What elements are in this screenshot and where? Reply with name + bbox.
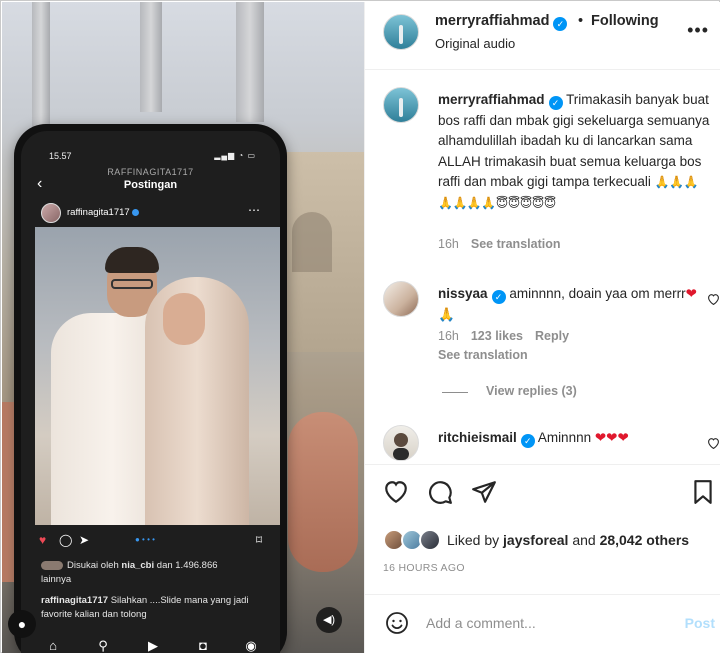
caption-text-block: merryraffiahmad ✓ Trimakasih banyak buat …	[438, 90, 710, 213]
verified-icon: ✓	[553, 17, 568, 31]
carousel-dots: ● • • •	[135, 535, 155, 544]
liked-by-user[interactable]: jaysforeal	[503, 532, 568, 548]
instagram-post-window: 15.57 ▂▄▆ ◔ ▭ ‹ RAFFINAGITA1717 Postinga…	[0, 0, 720, 653]
phone-screen: 15.57 ▂▄▆ ◔ ▭ ‹ RAFFINAGITA1717 Postinga…	[21, 131, 280, 653]
verified-icon: ✓	[520, 434, 535, 448]
phone-likes-suffix: dan 1.496.866	[156, 560, 218, 571]
background-minaret	[32, 2, 50, 142]
phone-caption: raffinagita1717 Silahkan ....Slide mana …	[41, 594, 266, 622]
phone-status-bar: 15.57 ▂▄▆ ◔ ▭	[49, 151, 256, 163]
save-bookmark-icon[interactable]	[691, 479, 717, 505]
post-photo[interactable]: 15.57 ▂▄▆ ◔ ▭ ‹ RAFFINAGITA1717 Postinga…	[2, 2, 364, 653]
more-options-icon[interactable]: •••	[687, 20, 709, 41]
share-icon: ➤	[79, 533, 90, 547]
comments-section[interactable]: merryraffiahmad ✓ Trimakasih banyak buat …	[365, 71, 720, 464]
post-action-bar: Liked by jaysforeal and 28,042 others 16…	[365, 464, 720, 594]
phone-nav-title: Postingan	[123, 179, 178, 191]
add-comment-bar: Add a comment... Post	[365, 594, 720, 653]
comment-text-block: ritchieismail ✓ Aminnnn ❤❤❤	[438, 428, 700, 449]
add-comment-input[interactable]: Add a comment...	[426, 615, 536, 631]
audio-icon[interactable]: ◀)	[316, 607, 342, 633]
tagged-users-icon[interactable]: ●	[8, 610, 36, 638]
profile-icon: ◉	[245, 638, 257, 653]
reply-button[interactable]: Reply	[535, 329, 569, 343]
red-hearts-emoji: ❤❤❤	[594, 430, 629, 445]
phone-tab-bar: ⌂ ⚲ ▶ ◘ ◉	[21, 630, 280, 653]
search-icon: ⚲	[98, 638, 108, 653]
caption-time: 16h	[438, 237, 459, 251]
shop-icon: ◘	[199, 638, 207, 653]
like-comment-icon[interactable]	[707, 293, 719, 306]
bookmark-icon: ⌑	[255, 533, 262, 547]
background-minaret	[236, 2, 264, 122]
post-details-panel: merryraffiahmad ✓ • Following Original au…	[364, 2, 720, 653]
home-icon: ⌂	[49, 638, 57, 653]
held-phone: 15.57 ▂▄▆ ◔ ▭ ‹ RAFFINAGITA1717 Postinga…	[14, 124, 287, 653]
background-arch	[292, 212, 332, 272]
separator-dot: •	[578, 13, 584, 29]
verified-icon: ✓	[491, 290, 506, 304]
likes-middle: and	[572, 532, 596, 548]
see-translation-button[interactable]: See translation	[471, 237, 561, 251]
background-minaret	[140, 2, 162, 112]
comment-time: 16h	[438, 329, 459, 343]
likes-count[interactable]: 28,042 others	[600, 532, 690, 548]
post-comment-button[interactable]: Post	[685, 615, 715, 631]
caption-meta: 16h See translation	[438, 237, 560, 251]
post-header: merryraffiahmad ✓ • Following Original au…	[365, 2, 720, 70]
phone-username: raffinagita1717	[67, 207, 130, 218]
comment-text: aminnnn, doain yaa om merrr	[509, 286, 686, 301]
verified-icon	[131, 208, 139, 216]
share-icon[interactable]	[471, 479, 497, 505]
comment-likes[interactable]: 123 likes	[471, 329, 523, 343]
heart-icon: ♥	[39, 533, 47, 547]
comment-icon: ◯	[59, 533, 73, 547]
phone-post-image	[35, 227, 280, 525]
phone-caption-user: raffinagita1717	[41, 595, 109, 606]
following-button[interactable]: Following	[591, 13, 659, 29]
phone-avatar	[41, 203, 61, 223]
author-username[interactable]: merryraffiahmad	[435, 13, 549, 29]
pray-emoji: 🙏	[438, 306, 455, 322]
commenter-avatar[interactable]	[383, 281, 419, 317]
comment-meta: 16h 123 likes Reply	[438, 329, 569, 343]
phone-time: 15.57	[49, 151, 72, 161]
author-avatar[interactable]	[383, 14, 419, 50]
like-icon[interactable]	[383, 479, 409, 505]
comment-text: Aminnnn	[537, 430, 592, 445]
phone-action-bar: ♥ ◯ ➤ ● • • • ⌑	[39, 533, 262, 549]
glasses	[111, 279, 153, 289]
woman-face	[163, 293, 205, 345]
commenter-username[interactable]: nissyaa	[438, 286, 488, 301]
red-heart-emoji: ❤	[685, 286, 697, 301]
see-translation-button[interactable]: See translation	[438, 348, 528, 362]
caption-username[interactable]: merryraffiahmad	[438, 92, 545, 107]
post-timestamp[interactable]: 16 HOURS AGO	[383, 562, 465, 574]
phone-likes-user: nia_cbi	[121, 560, 155, 571]
comment-text-block: nissyaa ✓ aminnnn, doain yaa om merrr❤ 🙏	[438, 284, 700, 325]
view-replies-button[interactable]: View replies (3)	[486, 384, 577, 398]
signal-battery-icon: ▂▄▆ ◔ ▭	[214, 151, 256, 160]
phone-likes-prefix: Disukai oleh	[67, 560, 119, 571]
reels-icon: ▶	[148, 638, 158, 653]
commenter-avatar[interactable]	[383, 425, 419, 461]
likes-prefix: Liked by	[447, 532, 500, 548]
author-avatar[interactable]	[383, 87, 419, 123]
liker-avatars	[383, 529, 441, 551]
man-hair	[105, 247, 159, 273]
more-icon: ⋯	[248, 203, 260, 217]
phone-likes-line2: lainnya	[41, 574, 72, 585]
emoji-icon[interactable]	[385, 611, 409, 635]
phone-nav-username: RAFFINAGITA1717	[107, 167, 194, 177]
phone-post-header: raffinagita1717 ⋯	[41, 201, 264, 225]
like-comment-icon[interactable]	[707, 437, 719, 450]
phone-likes: Disukai oleh nia_cbi dan 1.496.866 lainn…	[41, 559, 264, 587]
verified-icon: ✓	[548, 96, 563, 110]
comment-icon[interactable]	[427, 479, 453, 505]
replies-divider	[442, 392, 468, 393]
original-audio-link[interactable]: Original audio	[435, 36, 515, 51]
liker-avatars	[41, 560, 63, 570]
hand-thumb	[288, 412, 358, 572]
commenter-username[interactable]: ritchieismail	[438, 430, 517, 445]
